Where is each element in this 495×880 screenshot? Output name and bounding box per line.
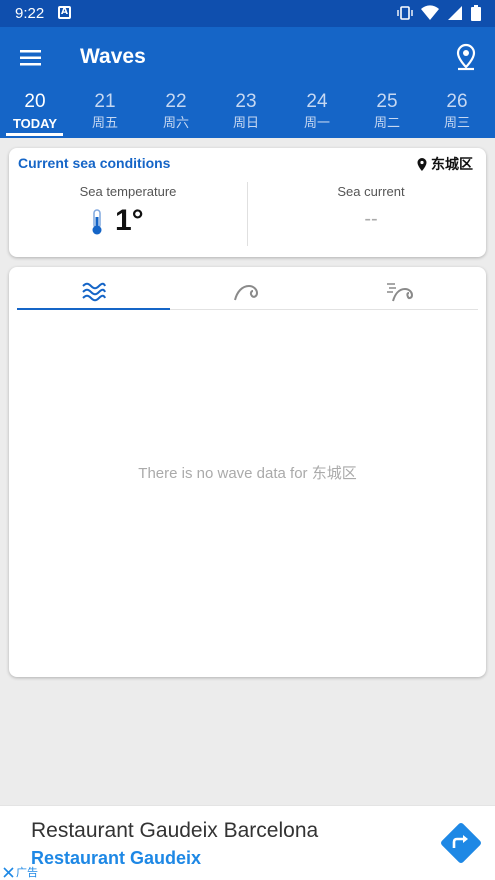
day-tab-21[interactable]: 21 周五 — [75, 89, 135, 132]
day-tab-20[interactable]: 20 TODAY — [5, 89, 65, 132]
sea-conditions-card: Current sea conditions 东城区 Sea temperatu… — [9, 148, 486, 257]
wind-wave-icon — [386, 283, 413, 302]
day-tab-26[interactable]: 26 周三 — [427, 89, 487, 132]
day-number: 25 — [376, 91, 398, 112]
no-wave-data-message: There is no wave data for 东城区 — [138, 465, 357, 482]
day-tab-23[interactable]: 23 周日 — [216, 89, 276, 132]
location-name: 东城区 — [431, 157, 473, 173]
notification-icon: A — [58, 6, 71, 19]
active-day-indicator — [6, 133, 63, 136]
day-label: 周一 — [303, 116, 330, 131]
day-label: 周六 — [162, 116, 189, 131]
tab-swell[interactable] — [170, 275, 323, 309]
vibrate-icon — [397, 6, 413, 20]
menu-icon[interactable] — [16, 45, 46, 71]
swell-icon — [233, 284, 258, 301]
directions-icon[interactable] — [439, 821, 483, 865]
day-label: 周日 — [232, 116, 259, 131]
location-search-icon[interactable] — [451, 42, 481, 72]
ad-badge[interactable]: 广告 — [3, 864, 38, 880]
sea-temperature-label: Sea temperature — [79, 184, 177, 199]
day-tab-24[interactable]: 24 周一 — [287, 89, 347, 132]
location-label[interactable]: 东城区 — [417, 154, 473, 174]
status-icons — [397, 5, 481, 21]
sea-current-label: Sea current — [337, 184, 405, 199]
active-tab-indicator — [17, 308, 170, 310]
wifi-icon — [421, 5, 439, 21]
sea-conditions-title: Current sea conditions — [18, 155, 171, 171]
thermometer-icon — [92, 209, 102, 235]
status-time: 9:22 — [15, 5, 45, 22]
sea-temperature-value: 1° — [115, 204, 144, 237]
day-label: TODAY — [12, 116, 58, 131]
sea-current-value: -- — [364, 208, 378, 230]
day-number: 20 — [24, 91, 46, 112]
day-number: 21 — [94, 91, 116, 112]
app-bar: Waves 20 TODAY 21 周五 22 周六 23 周日 24 周一 2… — [0, 27, 495, 138]
day-label: 周二 — [373, 116, 400, 131]
day-label: 周三 — [443, 116, 470, 131]
column-divider — [247, 182, 248, 246]
battery-icon — [471, 5, 481, 21]
ad-banner[interactable]: Restaurant Gaudeix Barcelona Restaurant … — [0, 805, 495, 880]
ad-subtitle[interactable]: Restaurant Gaudeix — [31, 848, 201, 869]
day-number: 24 — [306, 91, 328, 112]
tab-wind-waves[interactable] — [323, 275, 476, 309]
tab-waves[interactable] — [17, 275, 170, 309]
map-pin-icon — [417, 157, 427, 171]
signal-icon — [448, 6, 462, 20]
day-number: 26 — [446, 91, 468, 112]
ad-badge-label: 广告 — [16, 866, 38, 879]
day-tab-25[interactable]: 25 周二 — [357, 89, 417, 132]
ad-title[interactable]: Restaurant Gaudeix Barcelona — [31, 819, 318, 843]
status-bar: 9:22 A — [0, 0, 495, 27]
day-number: 22 — [165, 91, 187, 112]
app-title: Waves — [80, 45, 146, 68]
day-number: 23 — [235, 91, 257, 112]
day-label: 周五 — [91, 116, 118, 131]
day-tab-22[interactable]: 22 周六 — [146, 89, 206, 132]
waves-card: There is no wave data for 东城区 — [9, 267, 486, 677]
waves-icon — [81, 282, 106, 302]
day-tabs: 20 TODAY 21 周五 22 周六 23 周日 24 周一 25 周二 2… — [0, 89, 495, 138]
close-icon[interactable] — [3, 866, 14, 878]
